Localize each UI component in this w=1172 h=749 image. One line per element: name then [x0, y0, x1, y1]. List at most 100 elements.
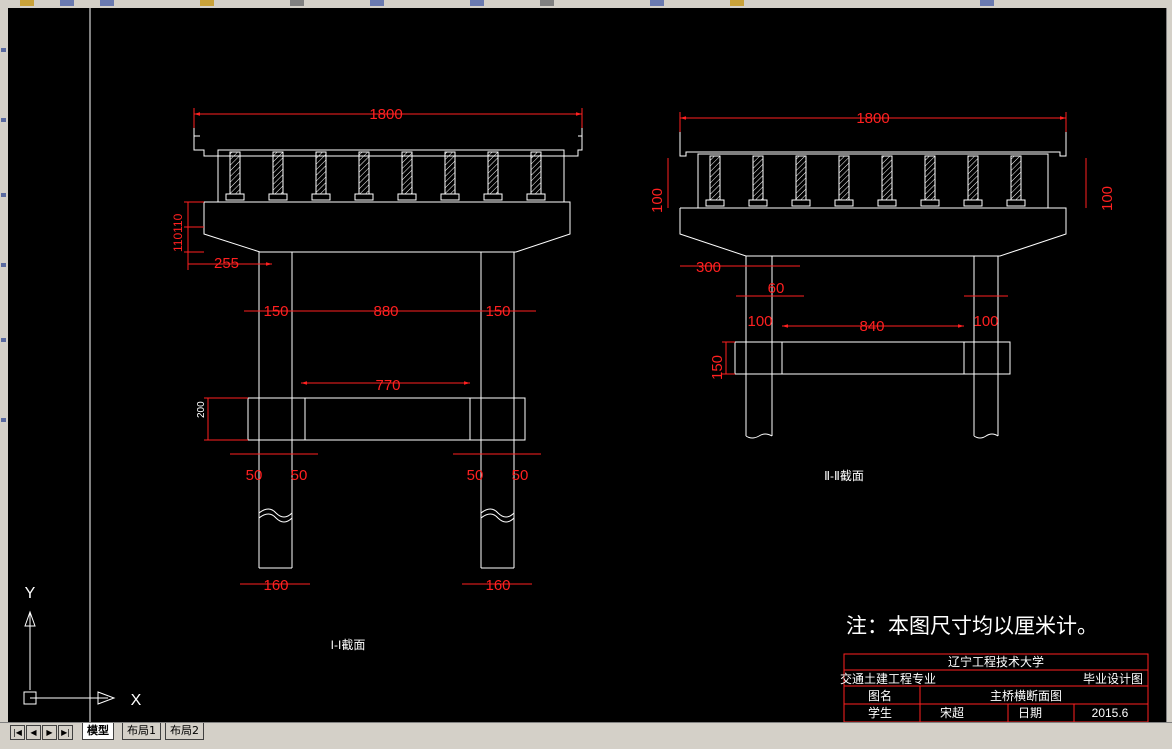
tab-model[interactable]: 模型 [82, 723, 114, 740]
section-1-title: I-I截面 [331, 638, 366, 652]
tb-student-name: 宋超 [940, 705, 964, 720]
cad-drawing[interactable]: 1800 110110 255 150 880 150 770 200 50 5… [8, 8, 1166, 722]
toolbar-icon[interactable] [370, 0, 384, 6]
girder-web [272, 151, 284, 195]
left-tool-icon[interactable] [1, 263, 6, 267]
toolbar-icon[interactable] [980, 0, 994, 6]
units-note: 注：本图尺寸均以厘米计。 [846, 615, 1098, 638]
girder-flange [705, 199, 725, 207]
deck-outline [193, 128, 583, 157]
break-2-left [745, 433, 773, 439]
girder-web [1010, 155, 1022, 201]
dim2-col-gap: 840 [859, 318, 884, 335]
dim-beam-ext-b: 50 [291, 467, 308, 484]
girder-flange [440, 193, 460, 201]
dim2-col-left: 100 [747, 313, 772, 330]
left-tool-icon[interactable] [1, 338, 6, 342]
dim-beam-ext-c: 50 [467, 467, 484, 484]
section-2-dim-text: 1800 100 100 300 60 100 840 100 150 [649, 110, 1116, 380]
girder-flange [748, 199, 768, 207]
left-tool-icon[interactable] [1, 418, 6, 422]
girder-web [229, 151, 241, 195]
dim-col-left: 150 [263, 303, 288, 320]
toolbar-icon[interactable] [60, 0, 74, 6]
dim2-top-width: 1800 [856, 110, 889, 127]
girder-web [315, 151, 327, 195]
ucs-icon [23, 610, 116, 705]
section-1-dims [184, 108, 583, 585]
girder-flange [354, 193, 374, 201]
dim2-col-offset: 60 [768, 280, 785, 297]
dim-overhang: 255 [214, 255, 239, 272]
girder-web [967, 155, 979, 201]
dim-cap-height: 110110 [171, 213, 185, 252]
toolbar-icon[interactable] [200, 0, 214, 6]
girder-flange [311, 193, 331, 201]
dim2-left-height: 100 [649, 188, 666, 213]
dim2-right-height: 100 [1099, 186, 1116, 211]
girder-web [487, 151, 499, 195]
girder-web [795, 155, 807, 201]
girder-web [838, 155, 850, 201]
nav-last-button[interactable]: ▶| [58, 725, 73, 740]
section-2 [679, 132, 1067, 439]
tab-layout2[interactable]: 布局2 [165, 723, 204, 740]
toolbar-icon[interactable] [540, 0, 554, 6]
girder-flange [791, 199, 811, 207]
girder-web [881, 155, 893, 201]
toolbar-icon[interactable] [470, 0, 484, 6]
right-scrollbar[interactable] [1166, 8, 1172, 722]
left-tool-icon[interactable] [1, 193, 6, 197]
tb-doc-type: 毕业设计图 [1083, 672, 1143, 686]
tb-date-label: 日期 [1018, 706, 1042, 720]
tb-student-label: 学生 [868, 705, 892, 720]
girder-web [752, 155, 764, 201]
toolbar-icon[interactable] [100, 0, 114, 6]
dim-beam-ext-a: 50 [246, 467, 263, 484]
dim-pile-left: 160 [263, 577, 288, 594]
girder-flange [877, 199, 897, 207]
nav-first-button[interactable]: |◀ [10, 725, 25, 740]
nav-next-button[interactable]: ▶ [42, 725, 57, 740]
left-tool-icon[interactable] [1, 48, 6, 52]
toolbar-icon[interactable] [650, 0, 664, 6]
dim-col-gap: 880 [373, 303, 398, 320]
girder-flange [225, 193, 245, 201]
girder-flange [397, 193, 417, 201]
deck-outline-2 [679, 132, 1067, 157]
dim-top-width: 1800 [369, 106, 402, 123]
section-1-dim-text: 1800 110110 255 150 880 150 770 200 50 5… [171, 106, 528, 594]
girder-group-2 [705, 155, 1026, 207]
girder-flange [268, 193, 288, 201]
girder-web [444, 151, 456, 195]
girder-flange [1006, 199, 1026, 207]
section-1 [193, 128, 583, 569]
girder-group [225, 151, 546, 201]
girder-web [530, 151, 542, 195]
tab-layout1[interactable]: 布局1 [122, 723, 161, 740]
layout-tab-bar: |◀ ◀ ▶ ▶| 模型 布局1 布局2 [0, 722, 1172, 749]
pier-cap [203, 201, 571, 253]
drawing-canvas[interactable]: 1800 110110 255 150 880 150 770 200 50 5… [8, 8, 1166, 722]
tb-drawing-name: 主桥横断面图 [990, 688, 1062, 703]
dim2-col-right: 100 [973, 313, 998, 330]
tb-name-label: 图名 [868, 688, 892, 703]
dim-beam-ext-d: 50 [512, 467, 529, 484]
dim-pile-right: 160 [485, 577, 510, 594]
toolbar-icon[interactable] [730, 0, 744, 6]
girder-web [358, 151, 370, 195]
toolbar-icon[interactable] [20, 0, 34, 6]
dim-col-right: 150 [485, 303, 510, 320]
girder-web [709, 155, 721, 201]
toolbar-icon[interactable] [290, 0, 304, 6]
girder-flange [526, 193, 546, 201]
tb-date-value: 2015.6 [1092, 706, 1129, 720]
tie-beam-2 [734, 341, 1011, 375]
left-tool-icon[interactable] [1, 118, 6, 122]
break-right [480, 508, 515, 518]
dim-beam-gap: 770 [375, 377, 400, 394]
ucs-x-label: X [131, 692, 142, 709]
title-block-text: 辽宁工程技术大学 交通土建工程专业 毕业设计图 图名 主桥横断面图 学生 宋超 … [840, 654, 1143, 720]
section-2-title: Ⅱ-Ⅱ截面 [824, 469, 864, 483]
nav-prev-button[interactable]: ◀ [26, 725, 41, 740]
